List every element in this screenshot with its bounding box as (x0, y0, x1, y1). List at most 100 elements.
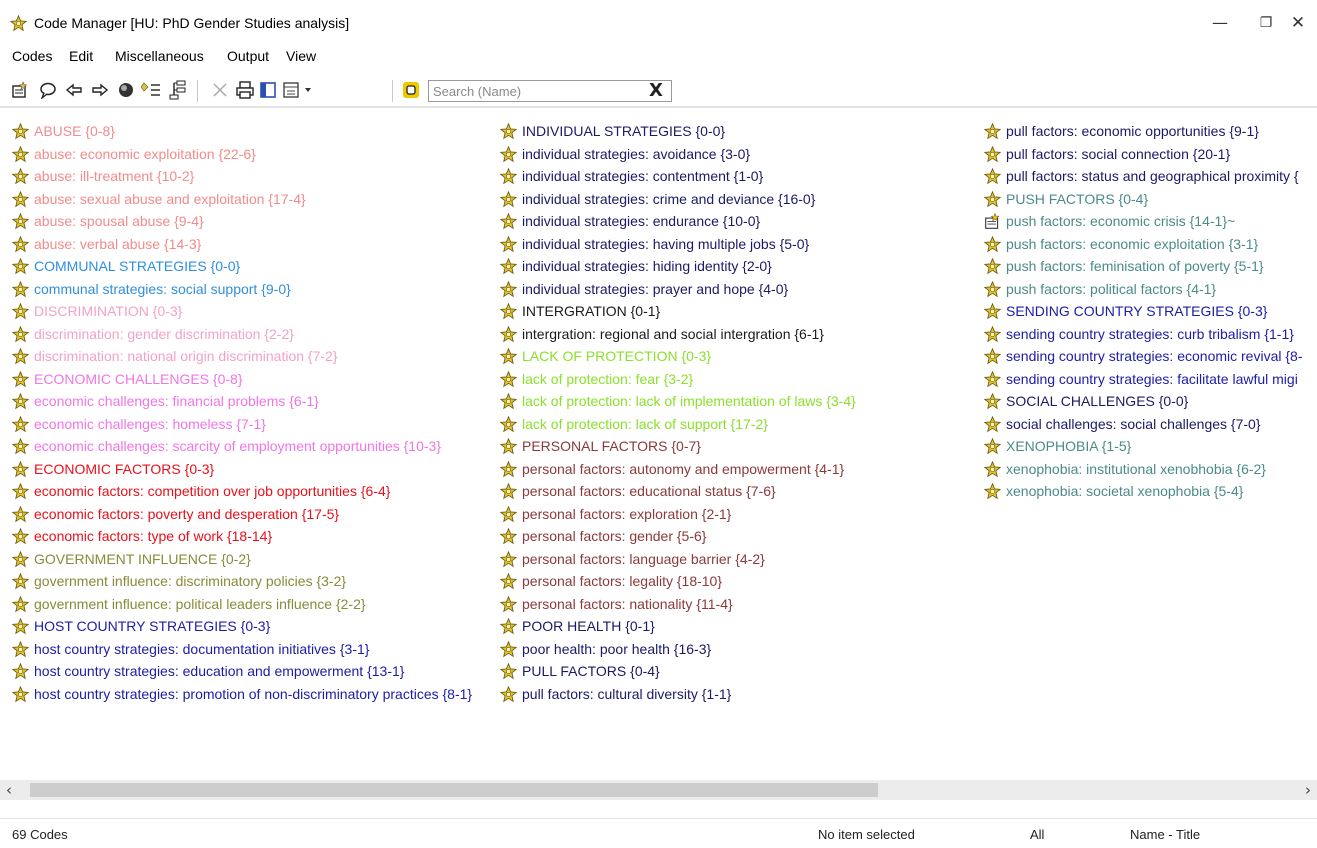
clear-search-button[interactable]: X (649, 80, 663, 101)
panel-icon[interactable] (258, 79, 278, 101)
new-code-icon[interactable] (10, 79, 30, 101)
code-item[interactable]: personal factors: autonomy and empowerme… (499, 458, 856, 481)
code-item[interactable]: abuse: spousal abuse {9-4} (11, 210, 472, 233)
code-item[interactable]: sending country strategies: curb tribali… (983, 323, 1302, 346)
code-item[interactable]: xenophobia: societal xenophobia {5-4} (983, 480, 1302, 503)
code-item[interactable]: POOR HEALTH {0-1} (499, 615, 856, 638)
tree-icon[interactable] (168, 79, 188, 101)
code-item[interactable]: pull factors: social connection {20-1} (983, 143, 1302, 166)
code-item[interactable]: economic challenges: homeless {7-1} (11, 413, 472, 436)
code-item[interactable]: push factors: economic exploitation {3-1… (983, 233, 1302, 256)
code-item[interactable]: ECONOMIC FACTORS {0-3} (11, 458, 472, 481)
code-icon (11, 235, 30, 253)
code-list[interactable]: ABUSE {0-8} abuse: economic exploitation … (0, 114, 1317, 780)
code-item[interactable]: individual strategies: avoidance {3-0} (499, 143, 856, 166)
code-item[interactable]: personal factors: educational status {7-… (499, 480, 856, 503)
code-item[interactable]: PUSH FACTORS {0-4} (983, 188, 1302, 211)
code-item[interactable]: push factors: political factors {4-1} (983, 278, 1302, 301)
menu-output[interactable]: Output (227, 48, 269, 64)
code-item[interactable]: poor health: poor health {16-3} (499, 638, 856, 661)
code-item[interactable]: pull factors: status and geographical pr… (983, 165, 1302, 188)
scroll-right-arrow[interactable]: › (1305, 781, 1311, 799)
color-icon[interactable] (116, 79, 136, 101)
code-item[interactable]: SOCIAL CHALLENGES {0-0} (983, 390, 1302, 413)
menu-miscellaneous[interactable]: Miscellaneous (115, 48, 204, 64)
code-item[interactable]: ECONOMIC CHALLENGES {0-8} (11, 368, 472, 391)
code-icon (983, 460, 1002, 478)
code-item[interactable]: xenophobia: institutional xenobhobia {6-… (983, 458, 1302, 481)
code-item[interactable]: abuse: verbal abuse {14-3} (11, 233, 472, 256)
scroll-left-arrow[interactable]: ‹ (6, 781, 12, 799)
code-item[interactable]: personal factors: nationality {11-4} (499, 593, 856, 616)
code-item[interactable]: pull factors: cultural diversity {1-1} (499, 683, 856, 706)
menu-view[interactable]: View (286, 48, 316, 64)
code-item[interactable]: sending country strategies: facilitate l… (983, 368, 1302, 391)
code-item[interactable]: discrimination: gender discrimination {2… (11, 323, 472, 346)
minimize-button[interactable]: — (1197, 8, 1243, 38)
code-item[interactable]: PULL FACTORS {0-4} (499, 660, 856, 683)
code-item[interactable]: DISCRIMINATION {0-3} (11, 300, 472, 323)
code-item[interactable]: COMMUNAL STRATEGIES {0-0} (11, 255, 472, 278)
comment-icon[interactable] (38, 79, 58, 101)
code-item[interactable]: abuse: economic exploitation {22-6} (11, 143, 472, 166)
menu-edit[interactable]: Edit (69, 48, 93, 64)
code-item[interactable]: PERSONAL FACTORS {0-7} (499, 435, 856, 458)
code-item[interactable]: intergration: regional and social interg… (499, 323, 856, 346)
print-icon[interactable] (235, 79, 255, 101)
code-item[interactable]: personal factors: gender {5-6} (499, 525, 856, 548)
code-item[interactable]: economic challenges: scarcity of employm… (11, 435, 472, 458)
code-item[interactable]: individual strategies: crime and devianc… (499, 188, 856, 211)
horizontal-scrollbar[interactable]: ‹ › (0, 780, 1317, 800)
code-item[interactable]: personal factors: legality {18-10} (499, 570, 856, 593)
code-item[interactable]: personal factors: language barrier {4-2} (499, 548, 856, 571)
filter-status[interactable]: All (1030, 827, 1044, 842)
code-item[interactable]: host country strategies: promotion of no… (11, 683, 472, 706)
code-item[interactable]: economic challenges: financial problems … (11, 390, 472, 413)
code-item[interactable]: individual strategies: contentment {1-0} (499, 165, 856, 188)
code-item[interactable]: host country strategies: documentation i… (11, 638, 472, 661)
highlight-icon[interactable] (401, 79, 421, 101)
delete-icon[interactable] (210, 79, 230, 101)
code-item[interactable]: INTERGRATION {0-1} (499, 300, 856, 323)
code-item[interactable]: XENOPHOBIA {1-5} (983, 435, 1302, 458)
code-item[interactable]: push factors: economic crisis {14-1}~ (984, 210, 1302, 233)
code-item[interactable]: individual strategies: endurance {10-0} (499, 210, 856, 233)
code-item[interactable]: host country strategies: education and e… (11, 660, 472, 683)
code-item[interactable]: HOST COUNTRY STRATEGIES {0-3} (11, 615, 472, 638)
code-item[interactable]: INDIVIDUAL STRATEGIES {0-0} (499, 120, 856, 143)
code-item[interactable]: discrimination: national origin discrimi… (11, 345, 472, 368)
code-item[interactable]: ABUSE {0-8} (11, 120, 472, 143)
code-item[interactable]: government influence: political leaders … (11, 593, 472, 616)
search-input[interactable] (429, 81, 644, 101)
toolbar-separator (197, 80, 198, 102)
code-item[interactable]: personal factors: exploration {2-1} (499, 503, 856, 526)
code-item[interactable]: government influence: discriminatory pol… (11, 570, 472, 593)
menu-codes[interactable]: Codes (12, 48, 52, 64)
code-item[interactable]: pull factors: economic opportunities {9-… (983, 120, 1302, 143)
code-item[interactable]: economic factors: competition over job o… (11, 480, 472, 503)
code-item[interactable]: SENDING COUNTRY STRATEGIES {0-3} (983, 300, 1302, 323)
code-item[interactable]: lack of protection: lack of implementati… (499, 390, 856, 413)
code-item[interactable]: LACK OF PROTECTION {0-3} (499, 345, 856, 368)
code-item[interactable]: social challenges: social challenges {7-… (983, 413, 1302, 436)
arrow-right-icon[interactable] (90, 79, 110, 101)
code-item[interactable]: economic factors: type of work {18-14} (11, 525, 472, 548)
code-item[interactable]: individual strategies: hiding identity {… (499, 255, 856, 278)
sort-status[interactable]: Name - Title (1130, 827, 1200, 842)
code-item[interactable]: abuse: ill-treatment {10-2} (11, 165, 472, 188)
close-button[interactable]: ✕ (1275, 8, 1317, 38)
code-item[interactable]: communal strategies: social support {9-0… (11, 278, 472, 301)
arrow-left-icon[interactable] (64, 79, 84, 101)
code-item[interactable]: economic factors: poverty and desperatio… (11, 503, 472, 526)
code-item[interactable]: GOVERNMENT INFLUENCE {0-2} (11, 548, 472, 571)
code-item[interactable]: push factors: feminisation of poverty {5… (983, 255, 1302, 278)
code-item[interactable]: lack of protection: lack of support {17-… (499, 413, 856, 436)
code-item[interactable]: sending country strategies: economic rev… (983, 345, 1302, 368)
code-item[interactable]: individual strategies: prayer and hope {… (499, 278, 856, 301)
filter-icon[interactable] (141, 79, 161, 101)
code-item[interactable]: lack of protection: fear {3-2} (499, 368, 856, 391)
scrollbar-thumb[interactable] (30, 783, 878, 797)
code-item[interactable]: individual strategies: having multiple j… (499, 233, 856, 256)
code-item[interactable]: abuse: sexual abuse and exploitation {17… (11, 188, 472, 211)
view-dropdown-icon[interactable] (282, 79, 318, 101)
